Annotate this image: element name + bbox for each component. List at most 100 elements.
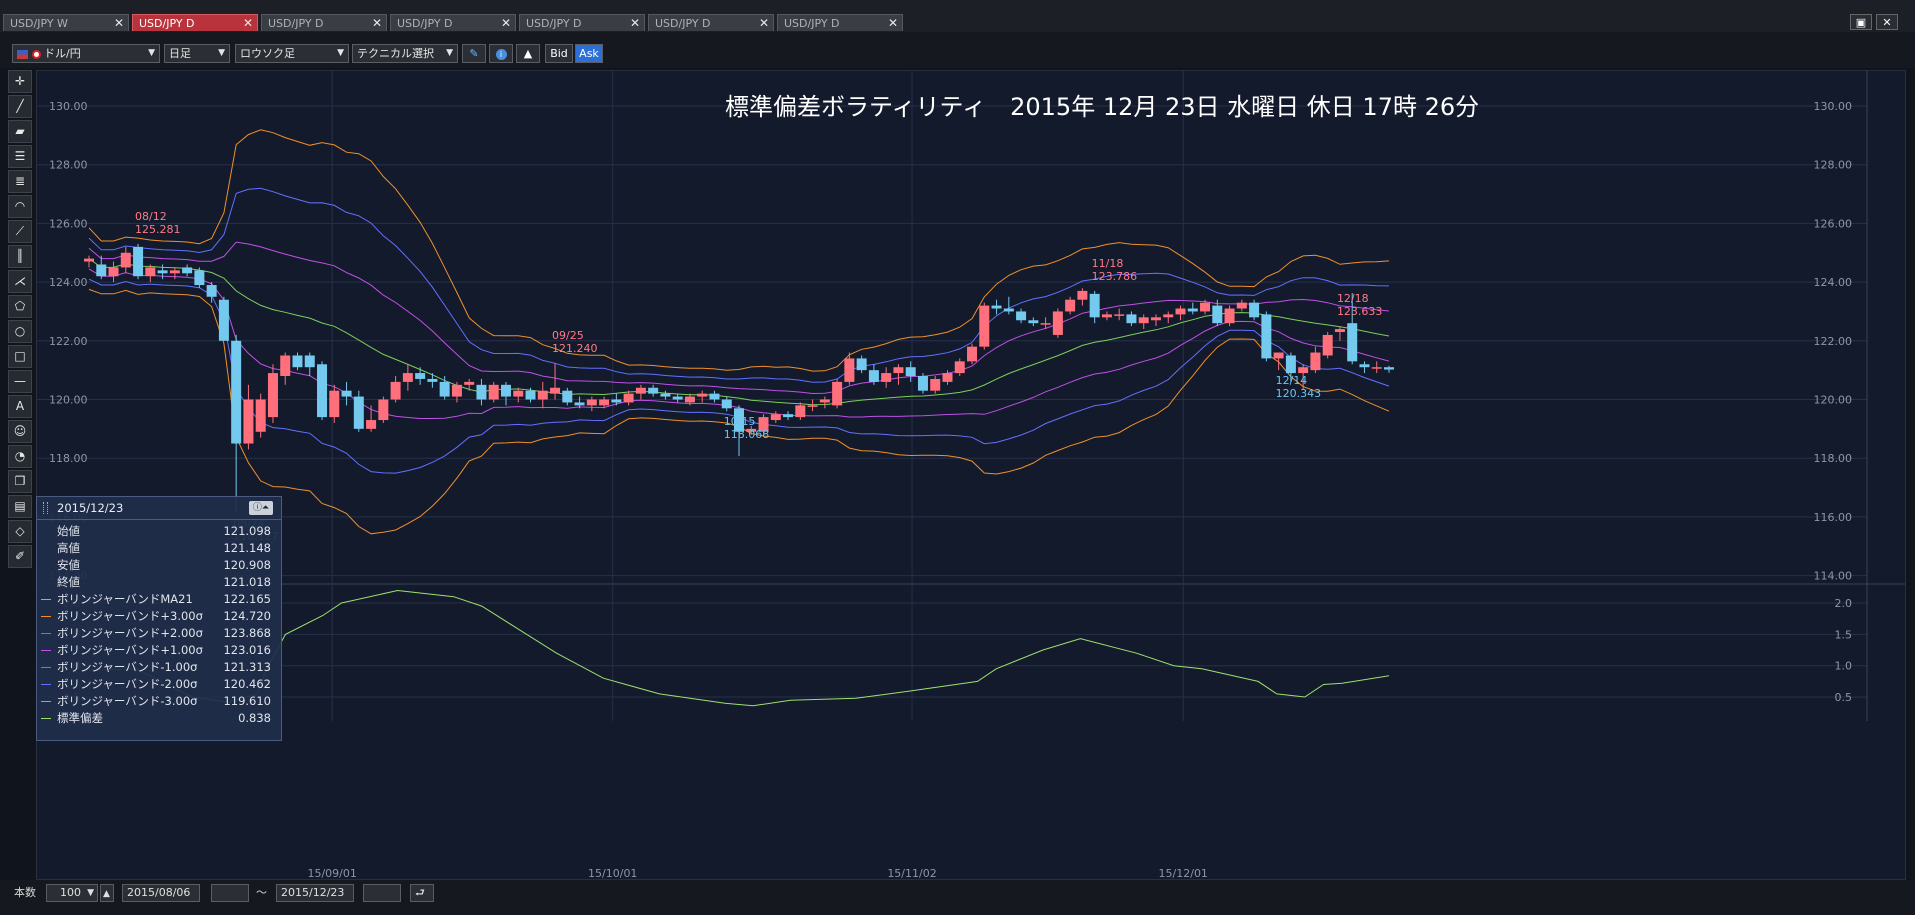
date-tick: 15/12/01: [1159, 867, 1208, 879]
tab-close-icon[interactable]: ✕: [888, 15, 898, 32]
data-row: 終値 121.018: [37, 574, 281, 591]
to-date-input[interactable]: 2015/12/23: [276, 884, 354, 902]
pitchfork-icon[interactable]: ⋌: [8, 270, 32, 293]
hline-icon[interactable]: —: [8, 370, 32, 393]
chart-type-select[interactable]: ロウソク足 ▼: [235, 44, 349, 63]
tab-label: USD/JPY D: [397, 17, 453, 30]
candle-body: [905, 367, 916, 377]
series-swatch: [41, 616, 51, 617]
bid-button[interactable]: Bid: [545, 44, 573, 63]
tab-3[interactable]: USD/JPY D ✕: [261, 14, 387, 31]
spinner-icon[interactable]: ▼: [87, 885, 94, 901]
to-time-input[interactable]: [363, 884, 401, 902]
candle-body: [844, 358, 855, 382]
candle-body: [500, 384, 511, 397]
series-swatch: [41, 650, 51, 651]
candle-body: [1298, 367, 1309, 374]
candle-body: [1089, 293, 1100, 318]
info-button[interactable]: i: [489, 44, 513, 63]
candle-body: [1003, 308, 1014, 312]
tab-close-icon[interactable]: ✕: [114, 15, 124, 32]
currency-select[interactable]: ドル/円 ▼: [12, 44, 160, 63]
emoji-icon[interactable]: ☺: [8, 420, 32, 443]
tab-2[interactable]: USD/JPY D ✕: [132, 14, 258, 31]
layers-icon[interactable]: ▤: [8, 495, 32, 518]
data-row-value: 121.098: [223, 524, 271, 538]
candle-body: [439, 381, 450, 397]
circle-icon[interactable]: ○: [8, 320, 32, 343]
data-row-value: 120.908: [223, 558, 271, 572]
price-tick-left: 120.00: [49, 394, 88, 407]
chart-area[interactable]: 130.00 130.00 128.00 128.00 126.00 126.00 124.…: [36, 70, 1906, 880]
currency-select-label: ドル/円: [44, 47, 81, 60]
tab-label: USD/JPY D: [526, 17, 582, 30]
data-row-label: ボリンジャーバンド+1.00σ: [57, 643, 203, 657]
series-swatch: [41, 667, 51, 668]
pentagon-icon[interactable]: ⬠: [8, 295, 32, 318]
candle-body: [329, 390, 340, 418]
annotation-date: 09/25: [552, 329, 584, 342]
series-swatch: [41, 633, 51, 634]
series-swatch: [41, 701, 51, 702]
period-select[interactable]: 日足 ▼: [164, 44, 230, 63]
candle-body: [145, 267, 156, 277]
tab-close-icon[interactable]: ✕: [372, 15, 382, 32]
data-row: ボリンジャーバンド+1.00σ 123.016: [37, 642, 281, 659]
magnet-icon[interactable]: ◔: [8, 445, 32, 468]
data-row-label: ボリンジャーバンドMA21: [57, 592, 193, 606]
price-tick-right: 120.00: [1814, 394, 1853, 407]
area-chart-button[interactable]: ▲: [516, 44, 540, 63]
eraser-all-icon[interactable]: ✐: [8, 545, 32, 568]
grid-lines-icon[interactable]: ≣: [8, 170, 32, 193]
from-date-input[interactable]: 2015/08/06: [122, 884, 200, 902]
data-row-value: 120.462: [223, 677, 271, 691]
tab-7[interactable]: USD/JPY D ✕: [777, 14, 903, 31]
fibonacci-arc-icon[interactable]: ◠: [8, 195, 32, 218]
trendline-icon[interactable]: ╱: [8, 95, 32, 118]
tab-5[interactable]: USD/JPY D ✕: [519, 14, 645, 31]
drag-grip-icon[interactable]: [43, 502, 48, 514]
price-tick-right: 122.00: [1814, 335, 1853, 348]
candle-body: [402, 373, 413, 382]
ruler-icon[interactable]: ▰: [8, 120, 32, 143]
price-tick-left: 118.00: [49, 452, 88, 465]
fan-lines-icon[interactable]: ⟋: [8, 220, 32, 243]
from-time-input[interactable]: [211, 884, 249, 902]
chart-canvas[interactable]: 130.00 130.00 128.00 128.00 126.00 126.00 124.…: [37, 71, 1905, 879]
ask-button[interactable]: Ask: [575, 44, 603, 63]
copy-icon[interactable]: ❐: [8, 470, 32, 493]
technical-select[interactable]: テクニカル選択 ▼: [352, 44, 458, 63]
candle-body: [1187, 308, 1198, 312]
candle-body: [194, 270, 205, 286]
eraser-icon[interactable]: ◇: [8, 520, 32, 543]
tab-6[interactable]: USD/JPY D ✕: [648, 14, 774, 31]
tab-close-icon[interactable]: ✕: [243, 15, 253, 32]
candle-body: [218, 299, 229, 341]
candle-body: [807, 405, 818, 407]
info-collapse-icon[interactable]: ⓘ⏶: [249, 501, 273, 515]
text-icon[interactable]: A: [8, 395, 32, 418]
crosshair-icon[interactable]: ✛: [8, 70, 32, 93]
count-input[interactable]: 100 ▼: [46, 884, 98, 902]
maximize-icon[interactable]: ▣: [1850, 14, 1872, 30]
tab-close-icon[interactable]: ✕: [630, 15, 640, 32]
vertical-lines-icon[interactable]: ║: [8, 245, 32, 268]
close-window-icon[interactable]: ✕: [1876, 14, 1898, 30]
count-up-button[interactable]: ▲: [100, 884, 114, 902]
data-window[interactable]: 2015/12/23 ⓘ⏶ 始値 121.098 高値 121.148 安値 120.90…: [36, 496, 282, 741]
rectangle-icon[interactable]: □: [8, 345, 32, 368]
candle-body: [120, 252, 131, 268]
data-window-header[interactable]: 2015/12/23 ⓘ⏶: [37, 497, 281, 520]
date-tick: 15/09/01: [307, 867, 356, 879]
price-tick-left: 128.00: [49, 159, 88, 172]
tab-close-icon[interactable]: ✕: [759, 15, 769, 32]
tab-4[interactable]: USD/JPY D ✕: [390, 14, 516, 31]
apply-button[interactable]: ⮐: [410, 884, 434, 902]
pen-button[interactable]: ✎: [462, 44, 486, 63]
tab-1[interactable]: USD/JPY W ✕: [3, 14, 129, 31]
tab-close-icon[interactable]: ✕: [501, 15, 511, 32]
horizontal-lines-icon[interactable]: ☰: [8, 145, 32, 168]
candle-body: [770, 414, 781, 421]
candle-body: [476, 384, 487, 400]
candle-body: [795, 405, 806, 418]
